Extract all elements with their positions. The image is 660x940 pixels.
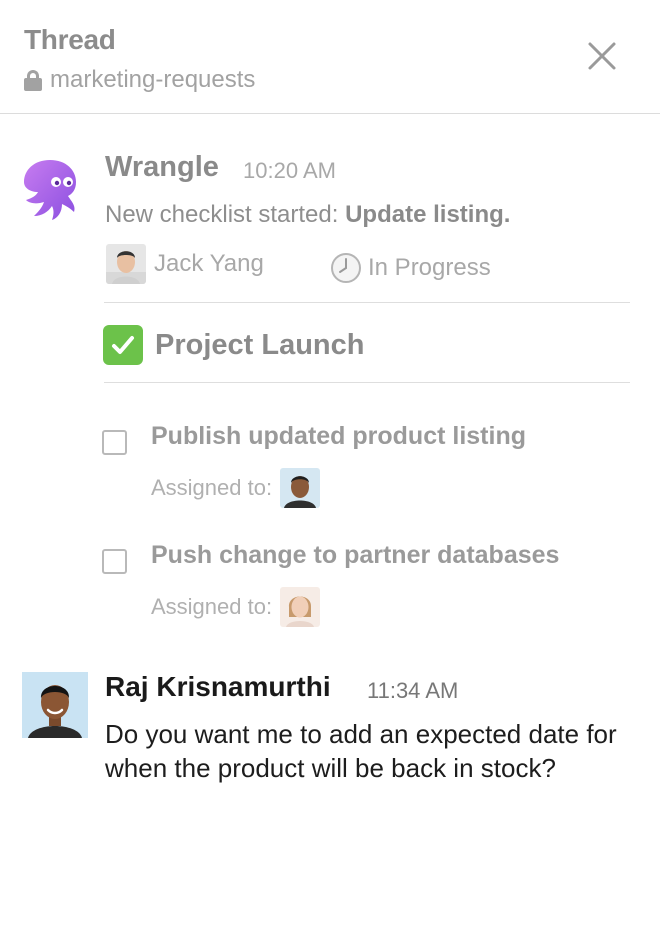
task-assignee: Assigned to: bbox=[151, 468, 321, 508]
checklist-header: Project Launch bbox=[103, 325, 365, 365]
octopus-icon[interactable] bbox=[22, 156, 78, 222]
checklist-assignee[interactable]: Jack Yang bbox=[106, 244, 264, 284]
channel-name: marketing-requests bbox=[50, 66, 256, 93]
status-badge: In Progress bbox=[330, 252, 491, 284]
divider bbox=[104, 302, 630, 303]
bot-timestamp[interactable]: 10:20 AM bbox=[243, 158, 336, 184]
channel-link[interactable]: marketing-requests bbox=[24, 66, 255, 94]
task-title[interactable]: Push change to partner databases bbox=[151, 541, 559, 570]
divider bbox=[104, 382, 630, 383]
avatar bbox=[106, 244, 146, 284]
user-author[interactable]: Raj Krisnamurthi bbox=[105, 671, 331, 703]
close-icon[interactable] bbox=[582, 36, 622, 76]
clock-icon bbox=[331, 253, 361, 283]
user-timestamp[interactable]: 11:34 AM bbox=[367, 678, 458, 704]
task-checkbox[interactable] bbox=[102, 549, 127, 574]
task-assignee: Assigned to: bbox=[151, 587, 321, 627]
thread-header: Thread marketing-requests bbox=[0, 0, 660, 114]
check-mark-icon bbox=[103, 325, 143, 365]
assignee-name: Jack Yang bbox=[154, 250, 264, 277]
user-message-text: Do you want me to add an expected date f… bbox=[105, 719, 617, 783]
status-label: In Progress bbox=[368, 254, 491, 281]
bot-author[interactable]: Wrangle bbox=[105, 151, 219, 184]
assigned-label: Assigned to: bbox=[151, 475, 273, 500]
task-title[interactable]: Publish updated product listing bbox=[151, 422, 526, 451]
avatar[interactable] bbox=[280, 468, 321, 508]
bot-text-prefix: New checklist started: bbox=[105, 201, 346, 228]
thread-title: Thread bbox=[24, 24, 116, 55]
avatar[interactable] bbox=[280, 587, 321, 627]
bot-message-text: New checklist started: Update listing. bbox=[105, 201, 510, 229]
task-checkbox[interactable] bbox=[102, 430, 127, 455]
assigned-label: Assigned to: bbox=[151, 594, 273, 619]
checklist-link[interactable]: Update listing. bbox=[345, 201, 510, 228]
avatar[interactable] bbox=[22, 672, 88, 738]
lock-icon bbox=[24, 69, 42, 91]
checklist-title: Project Launch bbox=[155, 328, 365, 361]
